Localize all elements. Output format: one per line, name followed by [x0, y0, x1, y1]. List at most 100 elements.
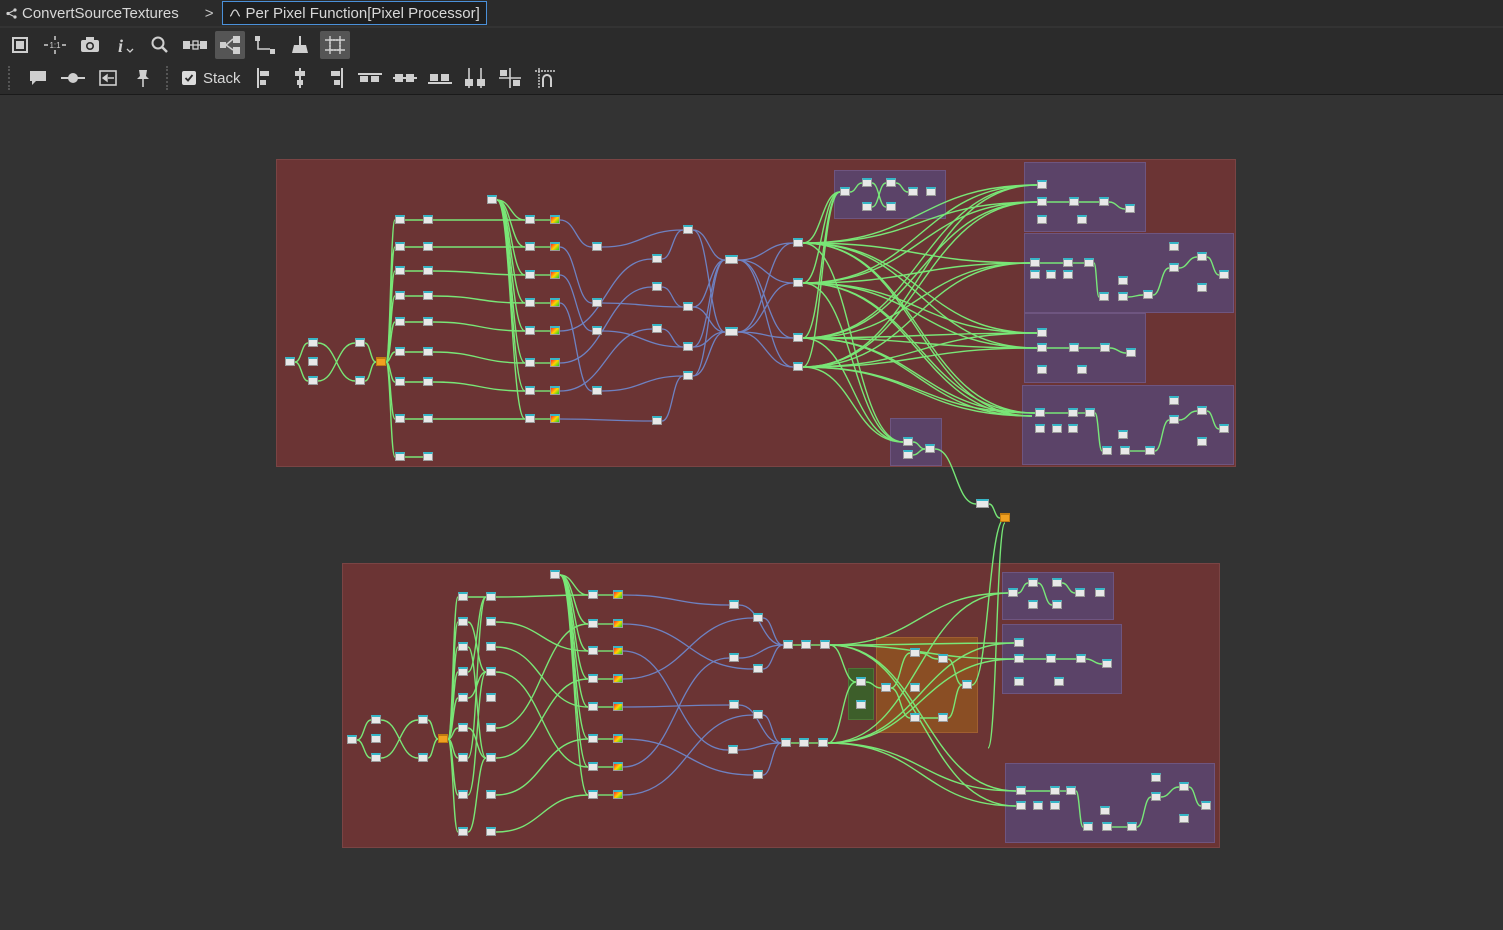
graph-node[interactable] — [423, 377, 433, 386]
graph-node[interactable] — [395, 452, 405, 461]
graph-node[interactable] — [550, 326, 560, 335]
graph-node[interactable] — [458, 693, 468, 702]
graph-node[interactable] — [550, 414, 560, 423]
graph-node[interactable] — [395, 377, 405, 386]
graph-node[interactable] — [1201, 801, 1211, 810]
graph-node[interactable] — [486, 667, 496, 676]
graph-node[interactable] — [1066, 786, 1076, 795]
align-bottom-button[interactable] — [425, 64, 455, 92]
graph-node[interactable] — [801, 640, 811, 649]
graph-node[interactable] — [903, 437, 913, 446]
graph-node[interactable] — [1069, 197, 1079, 206]
graph-node[interactable] — [910, 648, 920, 657]
graph-node[interactable] — [525, 298, 535, 307]
graph-node[interactable] — [938, 713, 948, 722]
graph-node[interactable] — [1169, 396, 1179, 405]
graph-node[interactable] — [652, 416, 662, 425]
screenshot-button[interactable] — [75, 31, 105, 59]
graph-node[interactable] — [371, 715, 381, 724]
graph-node[interactable] — [1077, 215, 1087, 224]
graph-node[interactable] — [1014, 654, 1024, 663]
graph-canvas[interactable] — [0, 95, 1503, 930]
graph-node[interactable] — [613, 734, 623, 743]
graph-node[interactable] — [395, 242, 405, 251]
graph-node[interactable] — [1197, 252, 1207, 261]
graph-node[interactable] — [1151, 792, 1161, 801]
info-button[interactable]: i — [110, 31, 140, 59]
pin-button[interactable] — [128, 64, 158, 92]
graph-node[interactable] — [613, 790, 623, 799]
align-top-button[interactable] — [355, 64, 385, 92]
align-center-button[interactable] — [285, 64, 315, 92]
graph-node[interactable] — [1118, 292, 1128, 301]
graph-node[interactable] — [799, 738, 809, 747]
graph-node[interactable] — [1035, 408, 1045, 417]
graph-node[interactable] — [683, 342, 693, 351]
graph-node[interactable] — [458, 790, 468, 799]
graph-node[interactable] — [613, 590, 623, 599]
graph-node[interactable] — [1037, 328, 1047, 337]
graph-node[interactable] — [862, 178, 872, 187]
graph-node[interactable] — [458, 617, 468, 626]
graph-node[interactable] — [1179, 814, 1189, 823]
graph-node[interactable] — [1054, 677, 1064, 686]
graph-layout-button[interactable] — [215, 31, 245, 59]
graph-node[interactable] — [1050, 801, 1060, 810]
graph-node[interactable] — [976, 499, 989, 508]
graph-node[interactable] — [881, 683, 891, 692]
graph-node[interactable] — [820, 640, 830, 649]
graph-node[interactable] — [376, 357, 386, 366]
graph-node[interactable] — [962, 680, 972, 689]
graph-node[interactable] — [753, 770, 763, 779]
graph-node[interactable] — [1179, 782, 1189, 791]
graph-node[interactable] — [1063, 258, 1073, 267]
graph-node[interactable] — [592, 242, 602, 251]
graph-node[interactable] — [486, 642, 496, 651]
graph-node[interactable] — [423, 347, 433, 356]
graph-node[interactable] — [588, 619, 598, 628]
graph-node[interactable] — [592, 298, 602, 307]
graph-node[interactable] — [1084, 258, 1094, 267]
graph-node[interactable] — [588, 646, 598, 655]
graph-node[interactable] — [525, 270, 535, 279]
graph-node[interactable] — [652, 254, 662, 263]
graph-node[interactable] — [1033, 801, 1043, 810]
align-node-button[interactable] — [180, 31, 210, 59]
graph-node[interactable] — [525, 358, 535, 367]
graph-node[interactable] — [371, 734, 381, 743]
graph-node[interactable] — [1118, 430, 1128, 439]
frame-all-button[interactable] — [5, 31, 35, 59]
graph-node[interactable] — [910, 713, 920, 722]
graph-node[interactable] — [423, 215, 433, 224]
graph-node[interactable] — [418, 715, 428, 724]
graph-node[interactable] — [729, 700, 739, 709]
graph-node[interactable] — [613, 619, 623, 628]
graph-node[interactable] — [550, 242, 560, 251]
graph-node[interactable] — [1046, 270, 1056, 279]
graph-node[interactable] — [1100, 806, 1110, 815]
graph-node[interactable] — [486, 827, 496, 836]
graph-node[interactable] — [1076, 654, 1086, 663]
graph-node[interactable] — [592, 326, 602, 335]
graph-node[interactable] — [793, 278, 803, 287]
graph-node[interactable] — [1016, 786, 1026, 795]
graph-node[interactable] — [1102, 659, 1112, 668]
graph-node[interactable] — [525, 414, 535, 423]
graph-node[interactable] — [525, 326, 535, 335]
graph-node[interactable] — [793, 333, 803, 342]
graph-node[interactable] — [683, 225, 693, 234]
graph-node[interactable] — [729, 653, 739, 662]
graph-node[interactable] — [486, 592, 496, 601]
graph-node[interactable] — [926, 187, 936, 196]
graph-node[interactable] — [1028, 578, 1038, 587]
graph-node[interactable] — [550, 270, 560, 279]
graph-node[interactable] — [1037, 215, 1047, 224]
graph-node[interactable] — [1030, 258, 1040, 267]
graph-node[interactable] — [423, 291, 433, 300]
graph-node[interactable] — [588, 702, 598, 711]
snap-grid-button[interactable] — [320, 31, 350, 59]
graph-node[interactable] — [1197, 437, 1207, 446]
align-right-button[interactable] — [320, 64, 350, 92]
graph-node[interactable] — [395, 215, 405, 224]
graph-node[interactable] — [1000, 513, 1010, 522]
